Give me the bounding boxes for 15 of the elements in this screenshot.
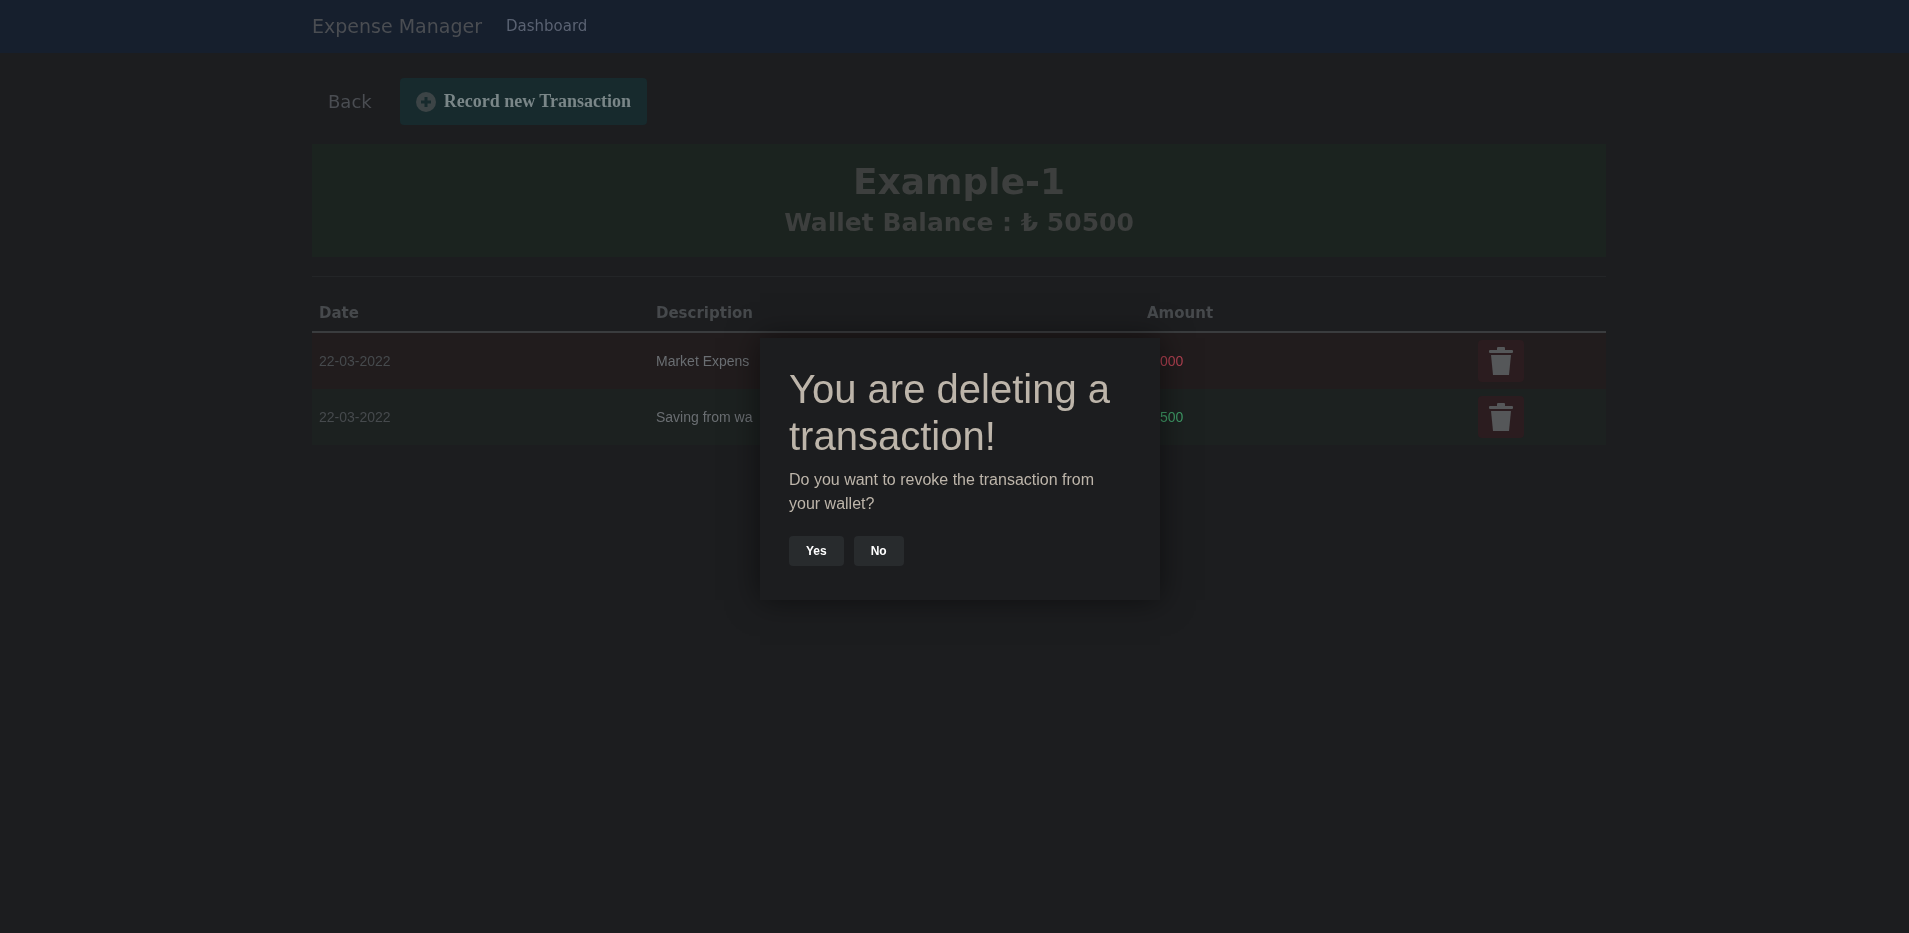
dialog-title: You are deleting a transaction! (789, 366, 1111, 461)
description-cell: Market Expens (656, 352, 750, 369)
delete-button[interactable] (1478, 340, 1524, 382)
plus-circle-icon (415, 91, 436, 112)
trash-icon (1489, 403, 1513, 431)
nav-link[interactable]: Dashboard (505, 15, 588, 38)
dialog-button[interactable]: Yes (789, 536, 844, 567)
description-cell: Saving from wa (656, 408, 753, 425)
amount-cell: 000 (1160, 352, 1184, 369)
amount-cell: 500 (1160, 408, 1184, 425)
dialog-message: Do you want to revoke the transaction from your wallet? (789, 470, 1096, 515)
record-transaction-button[interactable]: Record new Transaction (399, 78, 648, 125)
delete-button[interactable] (1478, 396, 1524, 438)
dialog-button[interactable]: No (853, 536, 904, 567)
trash-icon (1489, 347, 1513, 375)
